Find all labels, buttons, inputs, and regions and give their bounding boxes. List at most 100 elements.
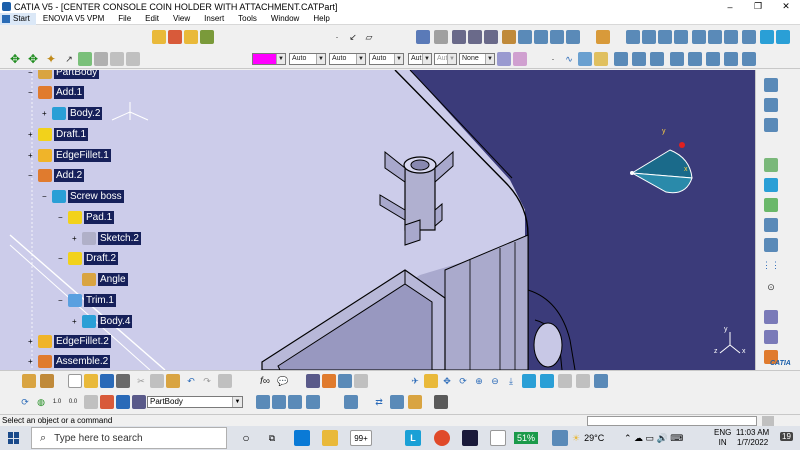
- 3d-viewport[interactable]: y x y x z − PartBody − Add.1 + Body.2 + …: [0, 70, 755, 370]
- surface-icon[interactable]: [594, 52, 608, 66]
- boolean-icon[interactable]: [764, 98, 778, 112]
- scale-icon[interactable]: [390, 395, 404, 409]
- collapse-icon[interactable]: −: [58, 254, 65, 262]
- analysis-icon[interactable]: [764, 198, 778, 212]
- menu-enovia[interactable]: ENOVIA V5 VPM: [36, 14, 111, 23]
- point-icon[interactable]: ·: [330, 30, 344, 44]
- insert-body-icon[interactable]: [256, 395, 270, 409]
- fit-all-in-icon[interactable]: [424, 374, 438, 388]
- comment-icon[interactable]: 💬: [276, 374, 290, 388]
- collapse-icon[interactable]: −: [58, 213, 65, 221]
- taskbar-search[interactable]: ⌕ Type here to search: [31, 427, 227, 449]
- menu-tools[interactable]: Tools: [231, 14, 264, 23]
- notification-badge[interactable]: 19: [780, 432, 793, 441]
- catalog-icon[interactable]: [338, 374, 352, 388]
- design-table-icon[interactable]: [354, 374, 368, 388]
- launcher-icon[interactable]: L: [405, 430, 421, 446]
- dot-icon[interactable]: ·: [546, 52, 560, 66]
- pad-tool-icon[interactable]: [452, 30, 466, 44]
- expand-icon[interactable]: +: [28, 337, 35, 345]
- fit-all-icon[interactable]: [78, 52, 92, 66]
- tree-node-body-4[interactable]: + Body.4: [72, 314, 133, 328]
- tree-node-body-2[interactable]: + Body.2: [42, 106, 103, 120]
- collapse-icon[interactable]: −: [58, 296, 65, 304]
- battery-indicator[interactable]: 51%: [514, 426, 539, 450]
- menu-help[interactable]: Help: [306, 14, 336, 23]
- snap-icon[interactable]: ⊙: [764, 280, 778, 294]
- spline-icon[interactable]: ∿: [562, 52, 576, 66]
- mail-icon[interactable]: 99+: [350, 430, 372, 446]
- quick-view-icon[interactable]: [522, 374, 536, 388]
- menu-window[interactable]: Window: [264, 14, 306, 23]
- layer-a-combo[interactable]: Aut ▼: [408, 53, 432, 65]
- redo-icon[interactable]: ↷: [200, 374, 214, 388]
- plane-icon[interactable]: ▱: [362, 30, 376, 44]
- formula-icon[interactable]: f∞: [258, 374, 272, 388]
- workbench-icon[interactable]: [22, 374, 36, 388]
- ordered-geoset-icon[interactable]: [288, 395, 302, 409]
- whats-this-icon[interactable]: [218, 374, 232, 388]
- close-button[interactable]: ✕: [772, 0, 800, 13]
- curve-icon[interactable]: [578, 52, 592, 66]
- hide-icon[interactable]: [558, 374, 572, 388]
- save-icon[interactable]: [100, 374, 114, 388]
- tree-node-trim-1[interactable]: − Trim.1: [58, 293, 116, 307]
- tree-node-draft-1[interactable]: + Draft.1: [28, 127, 89, 141]
- sew-surface-icon[interactable]: [670, 52, 684, 66]
- insert-geoset-icon[interactable]: [272, 395, 286, 409]
- mirror-icon[interactable]: [742, 52, 756, 66]
- apply-material-icon[interactable]: [594, 374, 608, 388]
- windows-start-icon[interactable]: [8, 432, 20, 444]
- rotate-view-icon[interactable]: ⟳: [456, 374, 470, 388]
- tree-node-pad-1[interactable]: − Pad.1: [58, 210, 115, 224]
- rotate-body-icon[interactable]: [706, 52, 720, 66]
- rotate-icon[interactable]: ✥: [26, 52, 40, 66]
- menu-insert[interactable]: Insert: [197, 14, 231, 23]
- lock-icon[interactable]: [408, 395, 422, 409]
- tree-node-angle[interactable]: Angle: [82, 272, 128, 286]
- assemble-tool-icon[interactable]: [764, 118, 778, 132]
- color-combo[interactable]: ▼: [252, 53, 286, 65]
- thread-tool-icon[interactable]: [708, 30, 722, 44]
- split-icon[interactable]: [614, 52, 628, 66]
- chrome-icon[interactable]: [434, 430, 450, 446]
- rib-tool-icon[interactable]: [518, 30, 532, 44]
- knowledge-icon[interactable]: [322, 374, 336, 388]
- weather-widget[interactable]: ☀ 29°C: [572, 426, 604, 450]
- symmetry-icon[interactable]: [724, 52, 738, 66]
- collapse-icon[interactable]: −: [28, 88, 35, 96]
- chamfer-tool-icon[interactable]: [642, 30, 656, 44]
- stop-update-icon[interactable]: ◍: [34, 395, 48, 409]
- replace-face-icon[interactable]: [742, 30, 756, 44]
- precision-icon[interactable]: 0.0: [66, 395, 80, 409]
- render-icon[interactable]: [200, 30, 214, 44]
- manipulate-icon[interactable]: [84, 395, 98, 409]
- measure-item-icon[interactable]: [764, 178, 778, 192]
- translate-icon[interactable]: [688, 52, 702, 66]
- shell-tool-icon[interactable]: [674, 30, 688, 44]
- scan-icon[interactable]: [100, 395, 114, 409]
- loft-tool-icon[interactable]: [566, 30, 580, 44]
- wireframe-icon[interactable]: [764, 78, 778, 92]
- edge-icon[interactable]: [294, 430, 310, 446]
- layer-b-combo[interactable]: Aut ▼: [434, 53, 457, 65]
- pan-view-icon[interactable]: ✥: [440, 374, 454, 388]
- view-iso-icon[interactable]: [776, 30, 790, 44]
- pocket-tool-icon[interactable]: [468, 30, 482, 44]
- measure-icon[interactable]: [434, 30, 448, 44]
- select-icon[interactable]: [152, 30, 166, 44]
- remove-face-icon[interactable]: [724, 30, 738, 44]
- define-work-object-icon[interactable]: [116, 395, 130, 409]
- line-weight-combo[interactable]: Auto ▼: [329, 53, 366, 65]
- stiffener-tool-icon[interactable]: [550, 30, 564, 44]
- specs-icon[interactable]: [40, 374, 54, 388]
- reorder-icon[interactable]: [344, 395, 358, 409]
- grid-icon[interactable]: ⋮⋮: [762, 258, 780, 272]
- menu-edit[interactable]: Edit: [138, 14, 166, 23]
- view-mode-icon[interactable]: [540, 374, 554, 388]
- language-indicator[interactable]: ENG IN: [714, 428, 731, 448]
- cut-icon[interactable]: ✂: [134, 374, 148, 388]
- constraint-icon[interactable]: [764, 218, 778, 232]
- expand-icon[interactable]: +: [28, 130, 35, 138]
- paste-icon[interactable]: [166, 374, 180, 388]
